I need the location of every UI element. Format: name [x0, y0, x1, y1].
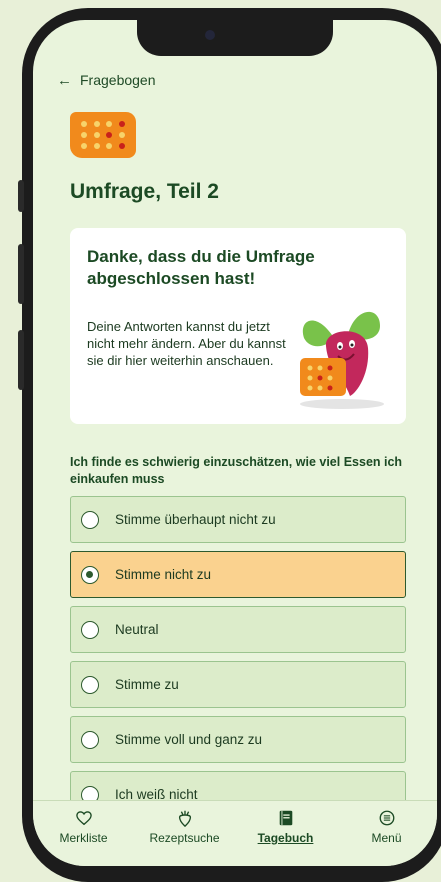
nav-label: Menü	[371, 831, 402, 845]
phone-mute-button	[18, 180, 24, 212]
answer-option-selected[interactable]: Stimme nicht zu	[70, 551, 406, 598]
phone-notch	[137, 20, 333, 56]
page-title: Umfrage, Teil 2	[70, 180, 219, 203]
back-arrow-icon: ←	[57, 71, 72, 89]
nav-label: Tagebuch	[257, 831, 314, 845]
nav-label: Merkliste	[59, 831, 108, 845]
card-body: Deine Antworten kannst du jetzt nicht me…	[87, 319, 286, 368]
survey-calendar-icon	[70, 112, 136, 158]
radio-button[interactable]	[81, 510, 99, 529]
menu-icon	[379, 810, 394, 826]
answer-label: Stimme voll und ganz zu	[115, 732, 263, 747]
card-heading: Danke, dass du die Umfrage abgeschlossen…	[87, 247, 315, 288]
nav-label: Rezeptsuche	[149, 831, 220, 845]
diary-icon	[279, 810, 292, 826]
back-label: Fragebogen	[80, 72, 156, 88]
phone-volume-down-button	[18, 330, 24, 390]
radio-button[interactable]	[81, 675, 99, 694]
nav-item-tagebuch[interactable]: Tagebuch	[241, 809, 331, 866]
nav-item-rezeptsuche[interactable]: Rezeptsuche	[140, 809, 230, 866]
radish-icon	[178, 810, 191, 827]
answer-label: Neutral	[115, 622, 159, 637]
app-screen: ← Fragebogen Umfrage, Teil 2 Danke, dass…	[33, 20, 437, 866]
answer-option[interactable]: Stimme voll und ganz zu	[70, 716, 406, 763]
phone-volume-up-button	[18, 244, 24, 304]
front-camera	[205, 30, 215, 40]
radio-button[interactable]	[81, 620, 99, 639]
back-link[interactable]: ← Fragebogen	[57, 72, 156, 88]
answer-options: Stimme überhaupt nicht zu Stimme nicht z…	[70, 496, 406, 826]
bottom-nav: Merkliste Rezeptsuche Tagebuch Menü	[33, 800, 437, 866]
answer-label: Stimme zu	[115, 677, 179, 692]
question-text: Ich finde es schwierig einzuschätzen, wi…	[70, 455, 403, 486]
nav-item-merkliste[interactable]: Merkliste	[39, 809, 129, 866]
radish-mascot-icon	[300, 311, 384, 409]
info-card: Danke, dass du die Umfrage abgeschlossen…	[70, 228, 406, 424]
answer-label: Stimme nicht zu	[115, 567, 212, 582]
answer-option[interactable]: Neutral	[70, 606, 406, 653]
answer-label: Stimme überhaupt nicht zu	[115, 512, 276, 527]
answer-option[interactable]: Stimme überhaupt nicht zu	[70, 496, 406, 543]
heart-icon	[75, 811, 92, 826]
radio-button[interactable]	[81, 730, 99, 749]
answer-option[interactable]: Stimme zu	[70, 661, 406, 708]
radio-button-checked[interactable]	[81, 565, 99, 584]
nav-item-menu[interactable]: Menü	[342, 809, 432, 866]
